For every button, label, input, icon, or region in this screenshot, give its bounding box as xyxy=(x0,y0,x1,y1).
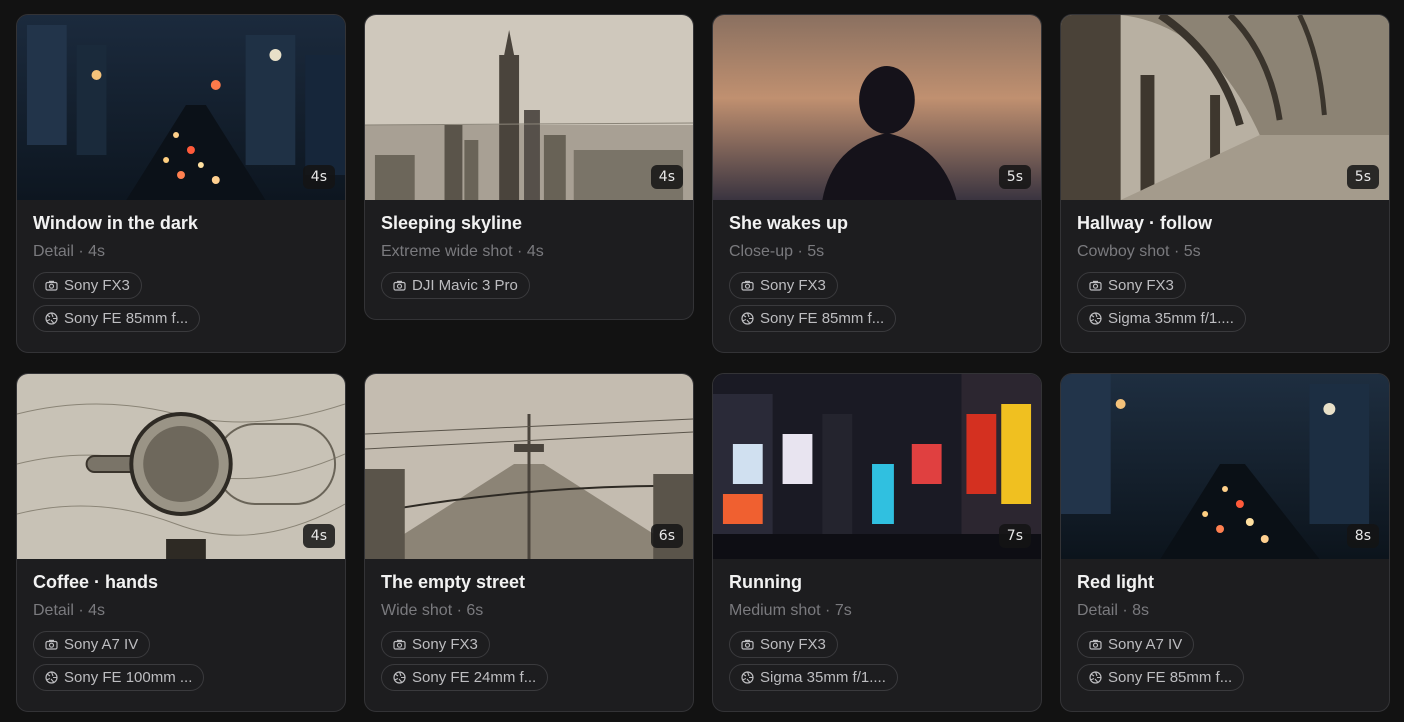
duration-badge: 4s xyxy=(302,165,335,189)
lens-label: Sony FE 85mm f... xyxy=(1108,669,1233,686)
skyline-sketch-thumbnail: 4s xyxy=(365,15,693,200)
shot-meta: Detail · 8s xyxy=(1077,602,1150,619)
duration-badge: 5s xyxy=(1346,165,1379,189)
duration-badge: 8s xyxy=(1346,524,1379,548)
shot-meta: Medium shot · 7s xyxy=(729,602,852,619)
camera-tag[interactable]: Sony A7 IV xyxy=(33,631,151,658)
lens-label: Sony FE 100mm ... xyxy=(64,669,193,686)
shot-meta: Detail · 4s xyxy=(33,602,106,619)
shot-card[interactable]: 5s She wakes up Close-up · 5s Sony FX3 S… xyxy=(712,14,1042,353)
duration-badge: 5s xyxy=(998,165,1031,189)
lens-label: Sigma 35mm f/1.... xyxy=(760,669,886,686)
shot-card[interactable]: 4s Coffee · hands Detail · 4s Sony A7 IV… xyxy=(16,373,346,712)
camera-label: Sony FX3 xyxy=(1108,277,1174,294)
shot-card[interactable]: 4s Window in the dark Detail · 4s Sony F… xyxy=(16,14,346,353)
camera-label: Sony A7 IV xyxy=(64,636,139,653)
city-traffic-thumbnail: 8s xyxy=(1061,374,1389,559)
coffee-cup-thumbnail: 4s xyxy=(17,374,345,559)
aperture-icon xyxy=(45,671,58,684)
camera-tag[interactable]: Sony FX3 xyxy=(729,272,838,299)
shot-card[interactable]: 4s Sleeping skyline Extreme wide shot · … xyxy=(364,14,694,320)
duration-badge: 4s xyxy=(650,165,683,189)
lens-tag[interactable]: Sony FE 85mm f... xyxy=(33,305,201,332)
shot-title: Running xyxy=(729,572,802,592)
woman-silhouette-thumbnail: 5s xyxy=(713,15,1041,200)
lens-label: Sony FE 85mm f... xyxy=(760,310,885,327)
lens-label: Sony FE 24mm f... xyxy=(412,669,537,686)
duration-badge: 6s xyxy=(650,524,683,548)
duration-badge: 7s xyxy=(998,524,1031,548)
lens-tag[interactable]: Sigma 35mm f/1.... xyxy=(729,664,898,691)
camera-label: Sony FX3 xyxy=(64,277,130,294)
lens-tag[interactable]: Sigma 35mm f/1.... xyxy=(1077,305,1246,332)
shot-grid: 4s Window in the dark Detail · 4s Sony F… xyxy=(16,14,1390,712)
camera-icon xyxy=(393,639,406,650)
shot-title: Window in the dark xyxy=(33,213,198,233)
shot-title: She wakes up xyxy=(729,213,849,233)
shot-title: Coffee · hands xyxy=(33,572,159,592)
empty-street-thumbnail: 6s xyxy=(365,374,693,559)
camera-tag[interactable]: Sony FX3 xyxy=(1077,272,1186,299)
shot-meta: Detail · 4s xyxy=(33,243,106,260)
aperture-icon xyxy=(1089,671,1102,684)
lens-label: Sony FE 85mm f... xyxy=(64,310,189,327)
lens-tag[interactable]: Sony FE 100mm ... xyxy=(33,664,205,691)
shot-card[interactable]: 8s Red light Detail · 8s Sony A7 IV Sony… xyxy=(1060,373,1390,712)
lens-tag[interactable]: Sony FE 85mm f... xyxy=(1077,664,1245,691)
camera-icon xyxy=(1089,639,1102,650)
camera-label: Sony FX3 xyxy=(760,277,826,294)
shot-meta: Wide shot · 6s xyxy=(381,602,484,619)
shot-card[interactable]: 6s The empty street Wide shot · 6s Sony … xyxy=(364,373,694,712)
camera-icon xyxy=(741,280,754,291)
camera-tag[interactable]: Sony A7 IV xyxy=(1077,631,1195,658)
shot-title: Hallway · follow xyxy=(1077,213,1213,233)
shot-title: Red light xyxy=(1077,572,1154,592)
shot-card[interactable]: 5s Hallway · follow Cowboy shot · 5s Son… xyxy=(1060,14,1390,353)
aperture-icon xyxy=(393,671,406,684)
lens-tag[interactable]: Sony FE 24mm f... xyxy=(381,664,549,691)
camera-label: Sony FX3 xyxy=(760,636,826,653)
shot-meta: Extreme wide shot · 4s xyxy=(381,243,544,260)
aperture-icon xyxy=(741,671,754,684)
aperture-icon xyxy=(45,312,58,325)
duration-badge: 4s xyxy=(302,524,335,548)
aperture-icon xyxy=(1089,312,1102,325)
camera-icon xyxy=(45,280,58,291)
shot-card[interactable]: 7s Running Medium shot · 7s Sony FX3 Sig… xyxy=(712,373,1042,712)
arched-hallway-thumbnail: 5s xyxy=(1061,15,1389,200)
lens-tag[interactable]: Sony FE 85mm f... xyxy=(729,305,897,332)
camera-tag[interactable]: Sony FX3 xyxy=(33,272,142,299)
shot-meta: Close-up · 5s xyxy=(729,243,825,260)
shot-title: Sleeping skyline xyxy=(381,213,523,233)
shot-meta: Cowboy shot · 5s xyxy=(1077,243,1201,260)
shot-title: The empty street xyxy=(381,572,526,592)
times-square-thumbnail: 7s xyxy=(713,374,1041,559)
camera-icon xyxy=(1089,280,1102,291)
lens-label: Sigma 35mm f/1.... xyxy=(1108,310,1234,327)
camera-label: DJI Mavic 3 Pro xyxy=(412,277,518,294)
camera-icon xyxy=(45,639,58,650)
camera-label: Sony A7 IV xyxy=(1108,636,1183,653)
camera-label: Sony FX3 xyxy=(412,636,478,653)
camera-icon xyxy=(393,280,406,291)
aperture-icon xyxy=(741,312,754,325)
camera-tag[interactable]: Sony FX3 xyxy=(381,631,490,658)
camera-tag[interactable]: Sony FX3 xyxy=(729,631,838,658)
camera-tag[interactable]: DJI Mavic 3 Pro xyxy=(381,272,530,299)
city-night-thumbnail: 4s xyxy=(17,15,345,200)
camera-icon xyxy=(741,639,754,650)
